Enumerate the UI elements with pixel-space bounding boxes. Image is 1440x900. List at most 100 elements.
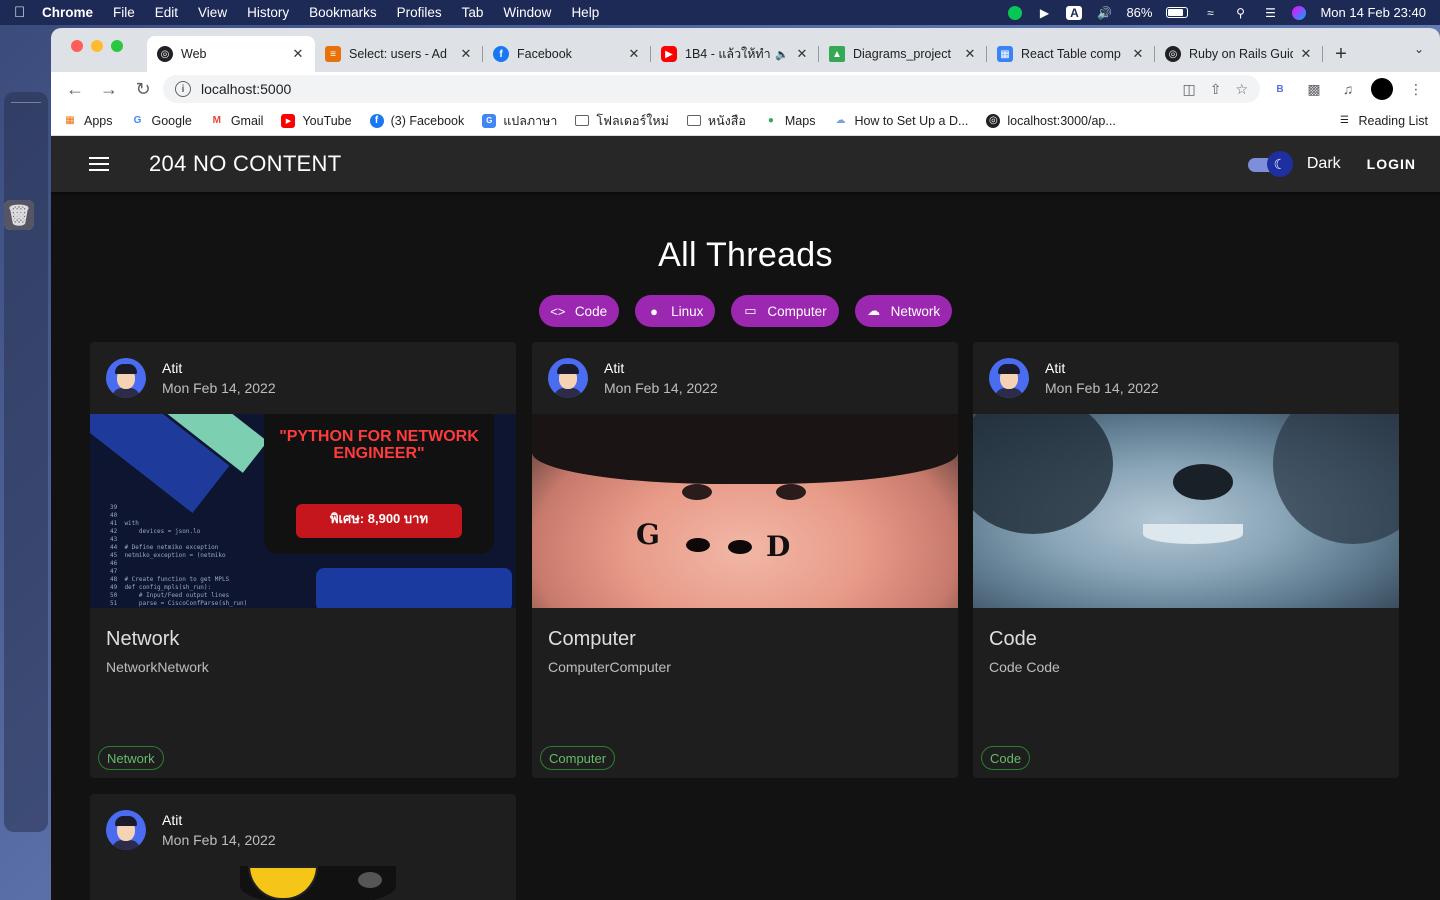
close-tab-icon[interactable]: ✕ [459,46,473,62]
thread-title: Network [106,628,180,650]
chip-network[interactable]: ☁ Network [854,295,953,327]
volume-icon[interactable]: 🔊 [1096,6,1112,20]
tab-youtube[interactable]: ▶ 1B4 - แล้วให้ทำ 🔈 ✕ [651,36,819,72]
dock-separator [11,102,41,103]
browser-toolbar: ← → ↻ i localhost:5000 ◫ ⇧ ☆ B ▩ ♫ ⋮ [51,72,1440,106]
menu-edit[interactable]: Edit [155,5,178,20]
close-tab-icon[interactable]: ✕ [795,46,809,62]
bookmark-how-to[interactable]: ☁ How to Set Up a D... [833,114,968,128]
chip-computer[interactable]: ▭ Computer [731,295,839,327]
bookmark-google[interactable]: G Google [131,114,192,128]
menu-file[interactable]: File [113,5,135,20]
moon-icon: ☾ [1266,151,1293,177]
category-chips: <> Code ● Linux ▭ Computer ☁ Network [51,295,1440,327]
reload-button[interactable]: ↻ [129,75,157,103]
promo-price: พิเศษ: 8,900 บาท [296,504,462,538]
menu-profiles[interactable]: Profiles [397,5,442,20]
close-tab-icon[interactable]: ✕ [627,46,641,62]
thread-card[interactable]: Atit Mon Feb 14, 2022 Code Code Code Cod… [973,342,1399,778]
tab-rails-guides[interactable]: ◎ Ruby on Rails Guid ✕ [1155,36,1323,72]
menu-history[interactable]: History [247,5,289,20]
spotlight-search-icon[interactable]: ⚲ [1232,6,1248,20]
close-window-button[interactable] [71,40,83,52]
tab-select-users[interactable]: ≡ Select: users - Ad ✕ [315,36,483,72]
tab-label: Facebook [517,47,572,61]
theme-label: Dark [1306,155,1341,172]
media-control-icon[interactable]: ♫ [1334,75,1362,103]
translate-icon[interactable]: ◫ [1182,81,1195,98]
thread-tag[interactable]: Network [98,746,164,770]
site-info-icon[interactable]: i [175,81,191,97]
menu-window[interactable]: Window [503,5,551,20]
brand-title[interactable]: 204 NO CONTENT [149,151,341,177]
bookmark-books-folder[interactable]: หนังสือ [686,111,746,131]
close-tab-icon[interactable]: ✕ [1299,46,1313,62]
extension-b-icon[interactable]: B [1266,75,1294,103]
dark-mode-toggle[interactable]: ☾ [1245,151,1293,177]
speaker-icon[interactable]: 🔈 [775,48,789,61]
cloud-icon: ☁ [867,303,881,318]
chip-linux[interactable]: ● Linux [635,295,716,327]
thread-tag[interactable]: Computer [540,746,616,770]
bookmark-label: Apps [84,113,113,128]
thread-tag[interactable]: Code [981,746,1031,770]
bookmark-youtube[interactable]: ▶ YouTube [281,113,352,128]
chrome-menu-icon[interactable]: ⋮ [1402,75,1430,103]
share-icon[interactable]: ⇧ [1210,81,1222,98]
menu-tab[interactable]: Tab [462,5,484,20]
play-status-icon[interactable]: ▶ [1036,6,1052,20]
close-tab-icon[interactable]: ✕ [291,46,305,62]
avatar [106,358,146,398]
thread-card[interactable]: Atit Mon Feb 14, 2022 39 40 41 with 42 d… [90,342,516,778]
control-center-icon[interactable]: ☰ [1262,6,1278,20]
tab-facebook[interactable]: f Facebook ✕ [483,36,651,72]
bookmark-new-folder[interactable]: โฟลเดอร์ใหม่ [575,111,669,131]
tab-react-table[interactable]: ▦ React Table comp ✕ [987,36,1155,72]
thread-card[interactable]: Atit Mon Feb 14, 2022 [90,794,516,900]
bookmark-maps[interactable]: ● Maps [764,114,816,128]
close-tab-icon[interactable]: ✕ [1131,46,1145,62]
tab-search-chevron-icon[interactable]: ⌄ [1414,42,1424,56]
zoom-window-button[interactable] [111,40,123,52]
folder-icon [575,115,590,126]
line-status-icon[interactable] [1008,5,1023,20]
back-button[interactable]: ← [61,75,89,103]
promo-headline: "PYTHON FOR NETWORK ENGINEER" [279,428,479,462]
menu-help[interactable]: Help [571,5,599,20]
forward-button[interactable]: → [95,75,123,103]
macos-dock: ☺ ▦ ➚ LINE ◉ ❮ ✎ $_ Fz ▣ ⚙ A ✎ ▦ ∿ ▶ ⚙ ▤… [4,92,48,832]
tab-web[interactable]: ◎ Web ✕ [147,36,315,72]
bookmark-gmail[interactable]: M Gmail [210,114,264,128]
battery-icon[interactable] [1166,7,1189,18]
menu-app-name[interactable]: Chrome [42,5,93,20]
tab-diagrams[interactable]: ▲ Diagrams_project ✕ [819,36,987,72]
url-text[interactable]: localhost:5000 [201,81,291,97]
menu-hamburger-icon[interactable] [89,157,109,171]
new-tab-button[interactable]: + [1323,36,1359,72]
menu-view[interactable]: View [198,5,227,20]
menu-bookmarks[interactable]: Bookmarks [309,5,377,20]
close-tab-icon[interactable]: ✕ [963,46,977,62]
apple-menu-icon[interactable]:  [14,4,42,21]
login-button[interactable]: LOGIN [1367,156,1416,172]
trash-icon[interactable]: 🗑 [4,200,34,230]
minimize-window-button[interactable] [91,40,103,52]
siri-icon[interactable] [1292,5,1307,20]
card-header: Atit Mon Feb 14, 2022 [973,342,1399,414]
bookmark-facebook[interactable]: f (3) Facebook [369,113,464,128]
profile-avatar[interactable] [1368,75,1396,103]
react-table-icon: ▦ [997,46,1013,62]
extensions-puzzle-icon[interactable]: ▩ [1300,75,1328,103]
thread-card[interactable]: Atit Mon Feb 14, 2022 G D Computer Compu… [532,342,958,778]
chip-code[interactable]: <> Code [538,295,620,327]
bookmark-translate[interactable]: G แปลภาษา [482,111,557,131]
bookmark-apps[interactable]: ▦ Apps [63,113,113,128]
bookmark-star-icon[interactable]: ☆ [1235,81,1248,98]
wifi-icon[interactable]: ≈ [1202,6,1218,20]
post-date: Mon Feb 14, 2022 [162,380,276,396]
input-source-icon[interactable]: A [1066,5,1083,20]
reading-list-button[interactable]: ☰ Reading List [1338,114,1428,128]
menubar-clock[interactable]: Mon 14 Feb 23:40 [1320,5,1426,20]
bookmark-localhost-3000[interactable]: ◎ localhost:3000/ap... [986,113,1116,128]
address-bar[interactable]: i localhost:5000 ◫ ⇧ ☆ [163,75,1260,103]
